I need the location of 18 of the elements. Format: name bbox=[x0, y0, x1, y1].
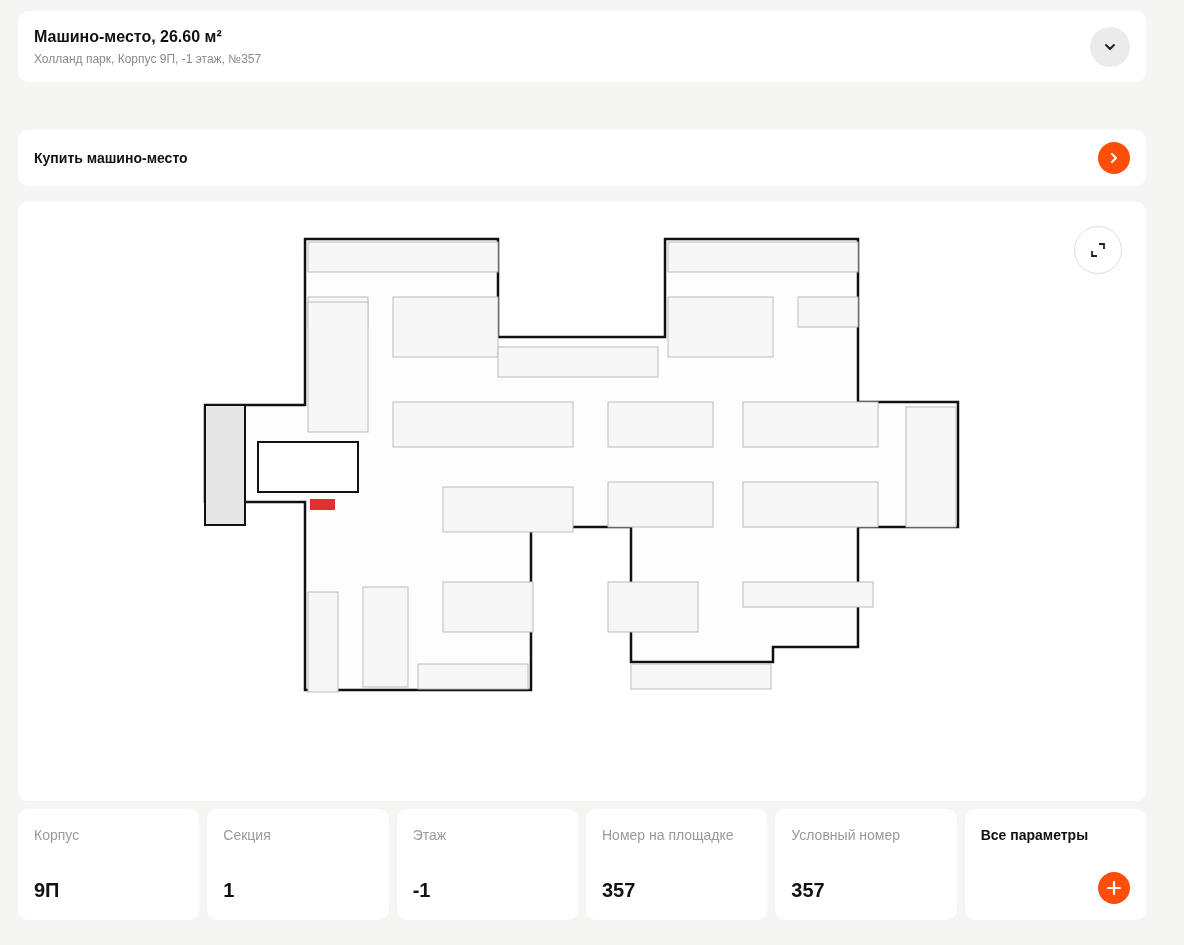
parameter-label: Номер на площадке bbox=[602, 827, 735, 843]
next-button[interactable] bbox=[1098, 142, 1130, 174]
parameter-value: 357 bbox=[602, 879, 637, 902]
parameter-value: -1 bbox=[412, 879, 432, 902]
listing-title: Машино-место, 26.60 м² bbox=[34, 27, 223, 46]
parameter-value: 1 bbox=[223, 879, 236, 902]
parameter-label: Корпус bbox=[34, 827, 81, 843]
add-button[interactable] bbox=[1098, 872, 1130, 904]
fullscreen-icon bbox=[1090, 242, 1106, 258]
plus-icon bbox=[1107, 881, 1121, 895]
parameter-label: Условный номер bbox=[791, 827, 902, 843]
parameter-label: Этаж bbox=[412, 827, 448, 843]
listing-subtitle: Холланд парк, Корпус 9П, -1 этаж, №357 bbox=[34, 51, 262, 66]
parameter-label: Секция bbox=[223, 827, 272, 843]
parameter-value: 9П bbox=[34, 879, 61, 902]
all-parameters-label: Все параметры bbox=[980, 827, 1090, 843]
buy-link[interactable]: Купить машино-место bbox=[34, 150, 188, 166]
parameter-value: 357 bbox=[791, 879, 826, 902]
